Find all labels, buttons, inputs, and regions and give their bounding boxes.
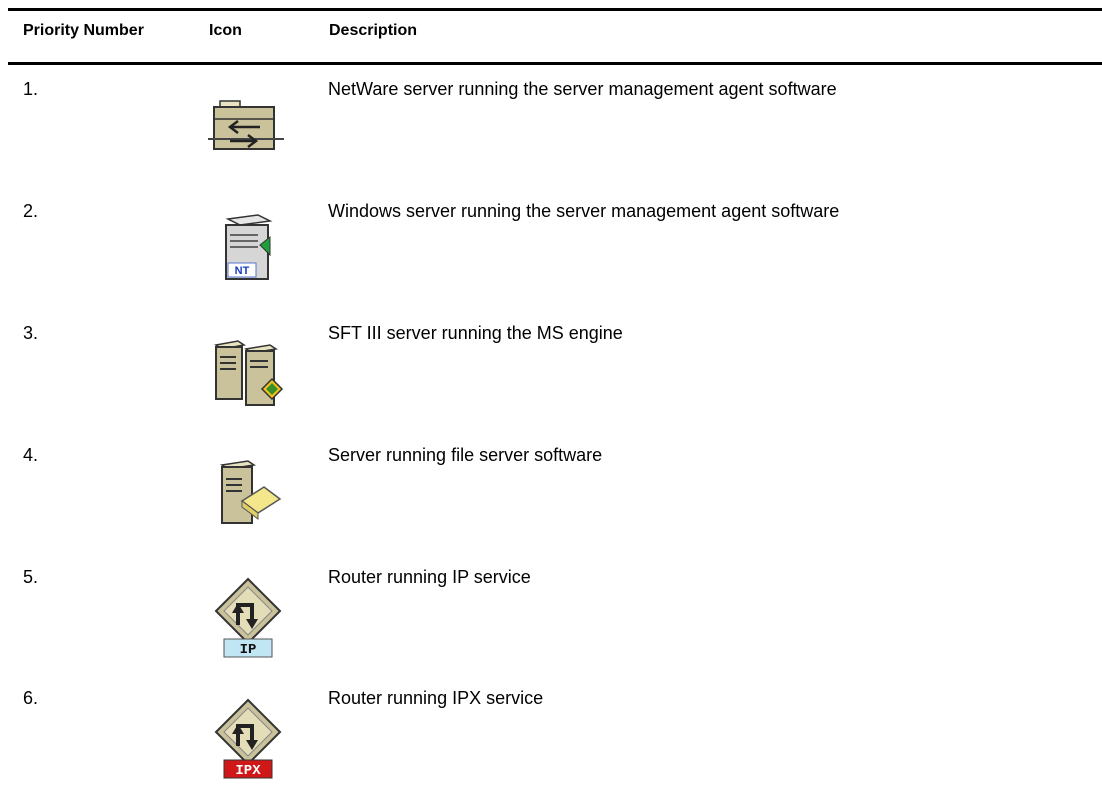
- row-description: NetWare server running the server manage…: [328, 79, 837, 99]
- table-row: 6. IPX Router running IPX service: [0, 688, 1102, 808]
- table-top-rule: [8, 8, 1102, 11]
- windows-nt-server-icon: NT: [208, 213, 288, 293]
- table-row: 1. NetWare server running the server man…: [0, 79, 1102, 199]
- netware-server-icon: [208, 97, 288, 177]
- ip-router-icon: IP: [208, 577, 288, 658]
- priority-number: 2.: [23, 201, 39, 221]
- table-row: 3. SFT III server running the MS engine: [0, 323, 1102, 443]
- priority-number: 3.: [23, 323, 39, 343]
- file-server-icon: [208, 457, 288, 537]
- row-description: Windows server running the server manage…: [328, 201, 840, 221]
- row-description: Server running file server software: [328, 445, 603, 465]
- ip-label: IP: [240, 642, 257, 658]
- ipx-router-icon: IPX: [208, 698, 288, 779]
- ipx-label: IPX: [235, 763, 261, 779]
- priority-number: 6.: [23, 688, 39, 708]
- table-row: 5. IP Router running IP service: [0, 567, 1102, 687]
- table-row: 2. NT Windows server running the server …: [0, 201, 1102, 321]
- priority-number: 1.: [23, 79, 39, 99]
- row-description: Router running IPX service: [328, 688, 544, 708]
- row-description: SFT III server running the MS engine: [328, 323, 623, 343]
- table-header-rule: [8, 62, 1102, 65]
- nt-label: NT: [235, 265, 250, 277]
- header-icon: Icon: [209, 22, 242, 39]
- priority-number: 5.: [23, 567, 39, 587]
- table-row: 4. Server running file server software: [0, 445, 1102, 565]
- row-description: Router running IP service: [328, 567, 531, 587]
- header-priority-number: Priority Number: [23, 22, 144, 39]
- header-description: Description: [329, 22, 418, 39]
- priority-number: 4.: [23, 445, 39, 465]
- sft-iii-server-icon: [208, 337, 288, 417]
